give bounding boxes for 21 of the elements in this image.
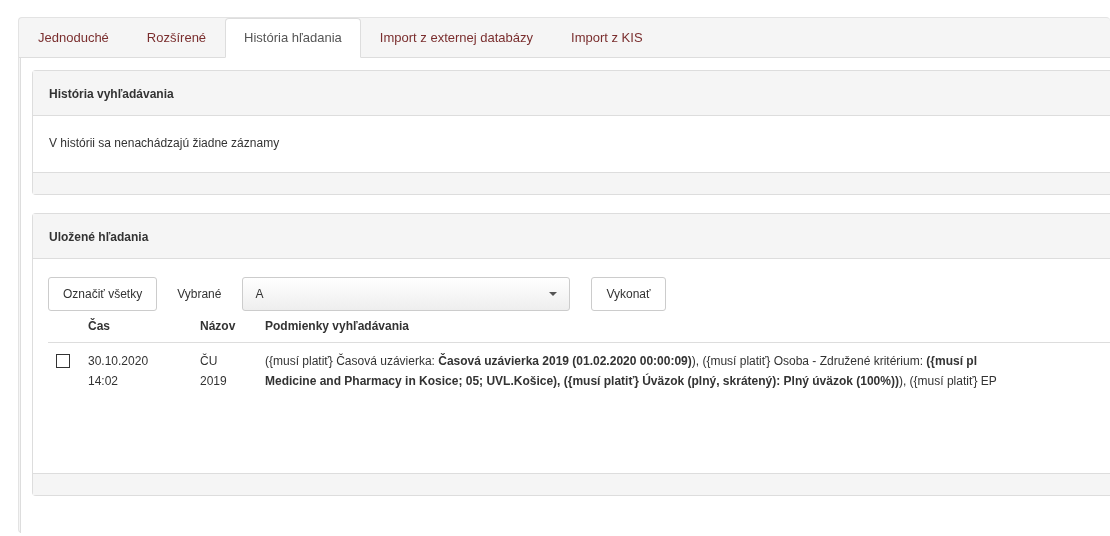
tab[interactable]: Import z externej databázy (360, 18, 553, 58)
caret-icon (549, 292, 558, 296)
select-all-button[interactable]: Označiť všetky (48, 277, 158, 311)
execute-button[interactable]: Vykonať (591, 277, 666, 311)
tab[interactable]: História hľadania (225, 18, 361, 58)
panel-title: História vyhľadávania (49, 87, 174, 101)
column-header: Podmienky vyhľadávania (265, 318, 410, 335)
empty-message: V histórii sa nenachádzajú žiadne záznamy (49, 136, 280, 150)
action-dropdown[interactable]: A (242, 277, 571, 311)
condition-text: ({musí platiť} Časová uzávierka: Časová uzávierka 2019 (01.02.2020 00:00:09)), ({musí platiť} Osoba - Združené kritérium: ({musí pl (265, 352, 979, 370)
tab[interactable]: Import z KIS (552, 18, 662, 58)
tab[interactable]: Rozšírené (127, 18, 226, 58)
row-checkbox[interactable] (56, 354, 70, 368)
column-header: Čas (88, 317, 111, 335)
table-cell-text: 30.10.2020 14:02 (88, 353, 150, 390)
table-cell-text: ČU 2019 (200, 352, 228, 390)
condition-text: Medicine and Pharmacy in Kosice; 05; UVL.Košice), ({musí platiť} Úväzok (plný, skrátený): Plný úväzok (100%))), ({musí platiť} EP (265, 372, 997, 390)
panel-title: Uložené hľadania (49, 230, 149, 244)
column-header: Názov (200, 318, 237, 335)
selected-label: Vybrané (177, 286, 222, 303)
tab[interactable]: Jednoduché (19, 18, 128, 58)
